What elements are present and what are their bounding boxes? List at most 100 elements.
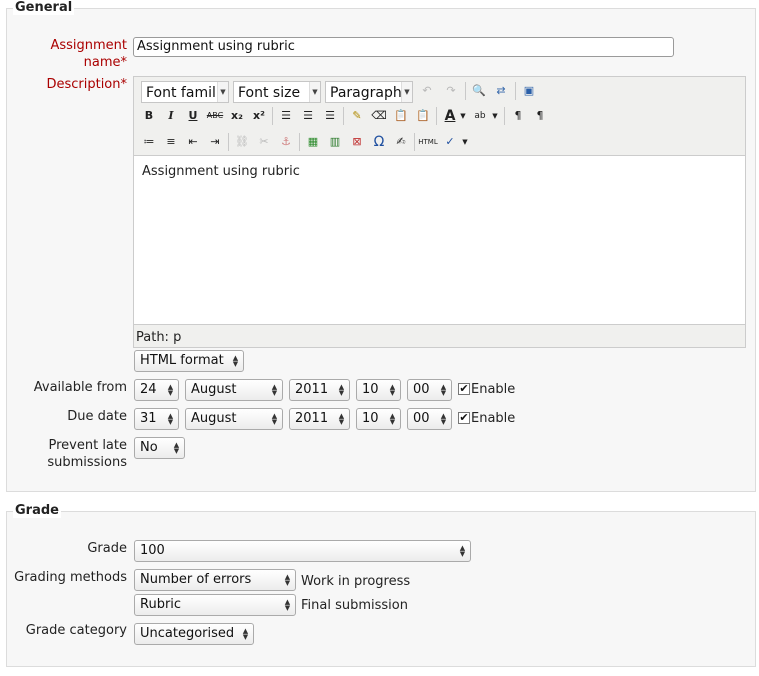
updown-icon: ▲ ▼ [338,412,345,426]
toolbar-separator [299,133,300,151]
media-icon[interactable]: ▥ [325,132,345,152]
assignment-name-label: Assignment name* [50,38,127,70]
align-center-icon[interactable]: ☰ [298,106,318,126]
updown-icon: ▲ ▼ [173,441,180,455]
toolbar-separator [272,107,273,125]
due-year-select[interactable]: 2011 ▲ ▼ [289,408,350,430]
ltr-icon[interactable]: ¶ [508,106,528,126]
html-source-icon[interactable]: HTML [417,132,439,152]
grading-method-2-select[interactable]: Rubric ▲ ▼ [134,594,296,616]
due-minute-select[interactable]: 00 ▲ ▼ [407,408,452,430]
edit-html-icon[interactable]: ✍ [391,132,411,152]
updown-icon: ▲ ▼ [389,383,396,397]
nolink-icon[interactable]: ⊠ [347,132,367,152]
editor-text: Assignment using rubric [142,164,300,179]
format-select[interactable]: HTML format ▲ ▼ [134,350,244,372]
chevron-down-icon: ▼ [217,82,228,102]
replace-icon[interactable]: ⇄ [491,81,511,101]
updown-icon: ▲ ▼ [284,598,291,612]
chevron-down-icon: ▼ [401,82,412,102]
toolbar-separator [504,107,505,125]
italic-icon[interactable]: I [161,106,181,126]
toolbar-separator [436,107,437,125]
description-editor: Font famil ▼ Font size ▼ Paragraph ▼ ↶ ↷ 🔍 … [133,76,746,348]
bullet-list-icon[interactable]: ≔ [139,132,159,152]
link-icon[interactable]: ⛓ [232,132,252,152]
editor-path: Path: p [136,330,182,345]
align-left-icon[interactable]: ☰ [276,106,296,126]
grade-legend: Grade [13,503,61,518]
chevron-down-icon: ▼ [309,82,320,102]
due-month-select[interactable]: August ▲ ▼ [185,408,283,430]
spellcheck-icon[interactable]: ✓ [440,132,460,152]
special-char-icon[interactable]: Ω [369,132,389,152]
available-enable-checkbox[interactable]: ✔ [458,383,470,395]
toolbar-separator [465,82,466,100]
text-color-icon[interactable]: A [440,106,460,126]
clean-up-icon[interactable]: ✎ [347,106,367,126]
undo-icon[interactable]: ↶ [417,81,437,101]
eraser-icon[interactable]: ⌫ [369,106,389,126]
image-icon[interactable]: ▦ [303,132,323,152]
due-day-select[interactable]: 31 ▲ ▼ [134,408,179,430]
grading-method-1-select[interactable]: Number of errors ▲ ▼ [134,569,296,591]
due-enable-checkbox[interactable]: ✔ [458,412,470,424]
updown-icon: ▲ ▼ [338,383,345,397]
redo-icon[interactable]: ↷ [441,81,461,101]
updown-icon: ▲ ▼ [440,412,447,426]
available-from-label: Available from [33,380,127,395]
due-enable-label: Enable [471,411,516,426]
indent-icon[interactable]: ⇥ [205,132,225,152]
available-minute-select[interactable]: 00 ▲ ▼ [407,379,452,401]
superscript-icon[interactable]: x² [249,106,269,126]
prevent-late-select[interactable]: No ▲ ▼ [134,437,185,459]
paragraph-select[interactable]: Paragraph ▼ [325,81,413,103]
assignment-name-input[interactable]: Assignment using rubric [133,37,674,57]
paste-word-icon[interactable]: 📋 [413,106,433,126]
chevron-down-icon[interactable]: ▼ [490,106,500,126]
highlight-color-icon[interactable]: ab [470,106,490,126]
grade-category-select[interactable]: Uncategorised ▲ ▼ [134,623,254,645]
due-hour-select[interactable]: 10 ▲ ▼ [356,408,401,430]
paste-text-icon[interactable]: 📋 [391,106,411,126]
grading-method-2-desc: Final submission [301,598,408,613]
updown-icon: ▲ ▼ [389,412,396,426]
grade-select[interactable]: 100 ▲ ▼ [134,540,471,562]
updown-icon: ▲ ▼ [242,627,249,641]
toolbar-separator [515,82,516,100]
subscript-icon[interactable]: x₂ [227,106,247,126]
available-year-select[interactable]: 2011 ▲ ▼ [289,379,350,401]
general-legend: General [13,0,75,15]
updown-icon: ▲ ▼ [284,573,291,587]
grade-category-label: Grade category [25,623,127,638]
toolbar-separator [343,107,344,125]
rtl-icon[interactable]: ¶ [530,106,550,126]
updown-icon: ▲ ▼ [232,354,239,368]
available-hour-select[interactable]: 10 ▲ ▼ [356,379,401,401]
anchor-icon[interactable]: ⚓ [276,132,296,152]
numbered-list-icon[interactable]: ≡ [161,132,181,152]
updown-icon: ▲ ▼ [271,383,278,397]
font-size-select[interactable]: Font size ▼ [233,81,321,103]
editor-content[interactable]: Assignment using rubric [134,155,745,325]
updown-icon: ▲ ▼ [459,544,466,558]
chevron-down-icon[interactable]: ▼ [458,106,468,126]
description-label: Description* [46,77,127,92]
strikethrough-icon[interactable]: ABC [205,106,225,126]
align-right-icon[interactable]: ☰ [320,106,340,126]
updown-icon: ▲ ▼ [271,412,278,426]
bold-icon[interactable]: B [139,106,159,126]
underline-icon[interactable]: U [183,106,203,126]
find-icon[interactable]: 🔍 [469,81,489,101]
toolbar-separator [414,133,415,151]
unlink-icon[interactable]: ✂ [254,132,274,152]
available-day-select[interactable]: 24 ▲ ▼ [134,379,179,401]
available-month-select[interactable]: August ▲ ▼ [185,379,283,401]
grade-label: Grade [87,541,127,556]
fullscreen-icon[interactable]: ▣ [519,81,539,101]
grading-method-1-desc: Work in progress [301,574,411,589]
toolbar-separator [228,133,229,151]
chevron-down-icon[interactable]: ▼ [460,132,470,152]
outdent-icon[interactable]: ⇤ [183,132,203,152]
font-family-select[interactable]: Font famil ▼ [141,81,229,103]
